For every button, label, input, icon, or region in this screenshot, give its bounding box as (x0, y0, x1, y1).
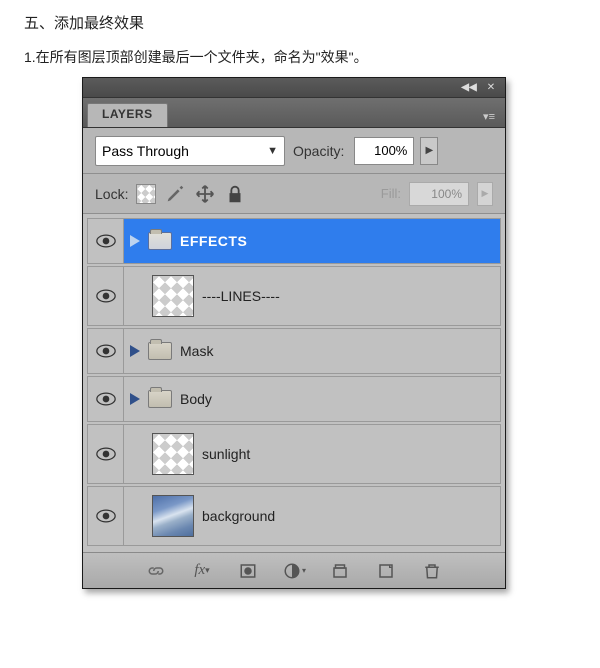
eye-icon[interactable] (96, 289, 116, 303)
group-icon[interactable] (328, 561, 352, 581)
layer-row-background[interactable]: background (87, 486, 501, 546)
layer-row-body[interactable]: Body (87, 376, 501, 422)
blend-opacity-row: Pass Through ▼ Opacity: 100% ▶ (83, 128, 505, 174)
opacity-value: 100% (374, 143, 407, 158)
layer-row-mask[interactable]: Mask (87, 328, 501, 374)
fill-flyout-icon: ▶ (477, 182, 493, 206)
layer-name: ----LINES---- (202, 288, 280, 304)
eye-icon[interactable] (96, 344, 116, 358)
layer-row-sunlight[interactable]: sunlight (87, 424, 501, 484)
section-heading: 五、添加最终效果 (24, 12, 576, 33)
folder-icon (148, 342, 172, 360)
opacity-flyout-icon[interactable]: ▶ (420, 137, 438, 165)
layer-name: Mask (180, 343, 213, 359)
layer-list: EFFECTS ----LINES---- Mask (83, 214, 505, 552)
adjust-icon[interactable]: ▾ (282, 561, 306, 581)
lock-paint-icon[interactable] (164, 183, 186, 205)
layer-name: sunlight (202, 446, 250, 462)
layer-thumbnail (152, 275, 194, 317)
lock-transparency-icon[interactable] (136, 184, 156, 204)
blend-mode-value: Pass Through (102, 143, 189, 159)
panel-footer: fx▾ ▾ (83, 552, 505, 588)
fill-field: 100% (409, 182, 469, 206)
layer-row-lines[interactable]: ----LINES---- (87, 266, 501, 326)
layer-name: Body (180, 391, 212, 407)
collapse-icon[interactable]: ◀◀ (461, 81, 477, 95)
blend-mode-dropdown[interactable]: Pass Through ▼ (95, 136, 285, 166)
eye-icon[interactable] (96, 509, 116, 523)
opacity-label: Opacity: (293, 143, 344, 159)
trash-icon[interactable] (420, 561, 444, 581)
mask-icon[interactable] (236, 561, 260, 581)
layer-row-effects[interactable]: EFFECTS (87, 218, 501, 264)
lock-label: Lock: (95, 186, 128, 202)
chevron-down-icon: ▼ (267, 145, 278, 157)
fill-value: 100% (431, 187, 462, 201)
panel-tabs: LAYERS ▾≡ (83, 98, 505, 128)
lock-all-icon[interactable] (224, 183, 246, 205)
expand-triangle-icon[interactable] (130, 345, 140, 357)
opacity-field[interactable]: 100% (354, 137, 414, 165)
fill-label: Fill: (381, 186, 401, 201)
expand-triangle-icon[interactable] (130, 235, 140, 247)
tab-layers[interactable]: LAYERS (87, 103, 168, 127)
lock-row: Lock: Fill: 100% ▶ (83, 174, 505, 214)
instruction-text: 1.在所有图层顶部创建最后一个文件夹，命名为"效果"。 (24, 47, 576, 67)
layer-thumbnail (152, 495, 194, 537)
link-icon[interactable] (144, 561, 168, 581)
panel-menu-icon[interactable]: ▾≡ (477, 110, 501, 127)
lock-move-icon[interactable] (194, 183, 216, 205)
folder-icon (148, 232, 172, 250)
fx-icon[interactable]: fx▾ (190, 561, 214, 581)
layer-thumbnail (152, 433, 194, 475)
layers-panel: ◀◀ ✕ LAYERS ▾≡ Pass Through ▼ Opacity: 1… (82, 77, 506, 589)
folder-icon (148, 390, 172, 408)
eye-icon[interactable] (96, 392, 116, 406)
expand-triangle-icon[interactable] (130, 393, 140, 405)
close-icon[interactable]: ✕ (483, 81, 499, 95)
new-layer-icon[interactable] (374, 561, 398, 581)
eye-icon[interactable] (96, 234, 116, 248)
panel-titlebar: ◀◀ ✕ (83, 78, 505, 98)
layer-name: background (202, 508, 275, 524)
eye-icon[interactable] (96, 447, 116, 461)
layer-name: EFFECTS (180, 233, 247, 249)
